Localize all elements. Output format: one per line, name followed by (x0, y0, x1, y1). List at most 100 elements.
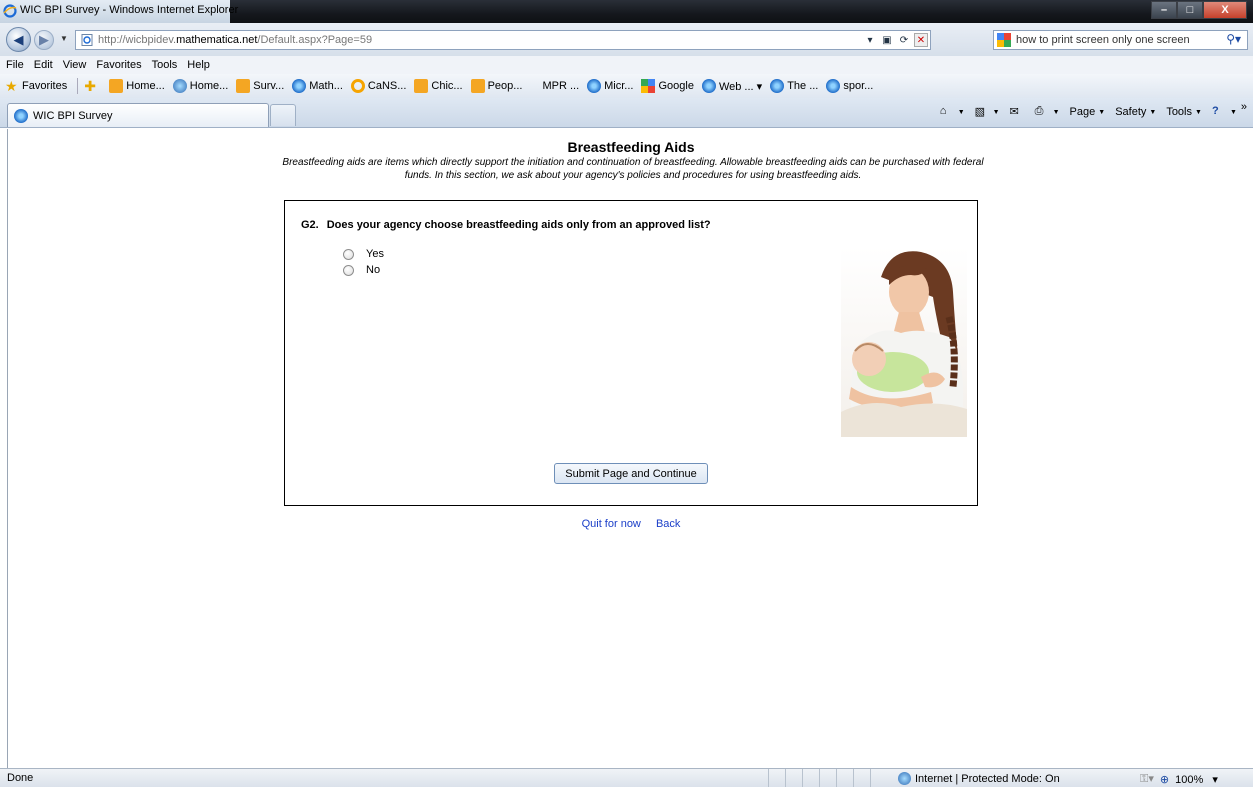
menu-help[interactable]: Help (187, 59, 210, 71)
favorite-link[interactable]: Home... (109, 79, 165, 93)
page-title: Breastfeeding Aids (567, 139, 695, 155)
back-button[interactable]: ◀ (6, 27, 31, 52)
back-arrow-icon: ◀ (13, 31, 24, 47)
menu-favorites[interactable]: Favorites (96, 59, 141, 71)
url-prefix: http://wicbpidev. (98, 34, 177, 46)
favorite-link[interactable]: MPR ... (542, 80, 579, 92)
question-box: G2. Does your agency choose breastfeeding… (284, 200, 978, 506)
favorites-star-icon: ★ (5, 78, 18, 94)
safety-menu-label: Safety (1115, 106, 1147, 118)
chevron-down-icon: ▼ (1098, 108, 1106, 116)
favorites-separator (77, 78, 79, 94)
search-icon[interactable]: ⚲▾ (1226, 32, 1241, 46)
address-url: http://wicbpidev.mathematica.net/Default… (98, 34, 372, 46)
question: G2. Does your agency choose breastfeeding… (301, 219, 711, 231)
favorite-link[interactable]: Surv... (236, 79, 284, 93)
ie-logo-icon (3, 4, 17, 18)
favorite-link[interactable]: spor... (826, 79, 873, 93)
minimize-button[interactable]: – (1151, 1, 1177, 19)
favorite-link[interactable]: The ... (770, 79, 818, 93)
search-query: how to print screen only one screen (1016, 34, 1190, 46)
favorite-label: spor... (843, 80, 874, 92)
window-title: WIC BPI Survey - Windows Internet Explor… (20, 4, 239, 16)
add-to-favorites-button[interactable]: ✚ (84, 79, 101, 93)
tools-menu[interactable]: Tools ▼ (1166, 106, 1202, 118)
safety-menu[interactable]: Safety ▼ (1115, 106, 1156, 118)
ie-page-icon (701, 79, 716, 93)
mail-button[interactable]: ✉ (1010, 105, 1025, 119)
ring-icon (350, 79, 365, 93)
new-tab-button[interactable] (270, 104, 296, 126)
maximize-button[interactable]: □ (1177, 1, 1203, 19)
menu-edit[interactable]: Edit (34, 59, 53, 71)
mail-icon: ✉ (1009, 106, 1019, 118)
favorite-link[interactable]: Math... (292, 79, 343, 93)
print-button[interactable]: ⎙ ▼ (1035, 105, 1060, 119)
status-pane (802, 769, 819, 787)
favorite-label: Math... (309, 80, 343, 92)
forward-button[interactable]: ▶ (34, 30, 54, 50)
add-favorite-icon: ✚ (84, 78, 96, 94)
stop-icon[interactable]: ✕ (914, 33, 928, 47)
navigation-links: Quit for now Back (8, 518, 1253, 530)
menu-view[interactable]: View (63, 59, 87, 71)
chevron-down-icon: ▼ (1052, 108, 1060, 116)
favorite-label: The ... (787, 80, 819, 92)
favorite-link[interactable]: Micr... (587, 79, 633, 93)
feed-icon (109, 79, 124, 93)
address-bar[interactable]: http://wicbpidev.mathematica.net/Default… (75, 30, 931, 50)
option-yes[interactable]: Yes (343, 246, 384, 262)
command-overflow-button[interactable]: » (1241, 101, 1247, 113)
submit-page-button[interactable]: Submit Page and Continue (554, 463, 708, 484)
feed-icon (236, 79, 251, 93)
breastfeeding-photo (841, 247, 967, 437)
radio-no[interactable] (343, 264, 354, 276)
google-icon (641, 79, 656, 93)
quit-for-now-link[interactable]: Quit for now (582, 518, 641, 530)
recent-pages-dropdown-icon[interactable]: ▼ (60, 34, 68, 43)
favorites-label: Favorites (22, 80, 68, 92)
favorite-link[interactable]: Web ... ▾ (701, 79, 763, 93)
favorite-link[interactable]: Peop... (470, 79, 523, 93)
help-button[interactable]: ? ▼ (1212, 105, 1237, 119)
favorites-button[interactable]: ★ Favorites (5, 79, 67, 93)
favorite-label: Home... (126, 80, 165, 92)
protected-mode-icon[interactable]: ⚿▾ (1140, 772, 1154, 786)
address-bar-buttons: ▾ ▣ ⟳ ✕ (863, 33, 928, 47)
favorite-link[interactable]: Home... (172, 79, 228, 93)
status-pane (836, 769, 853, 787)
address-dropdown-icon[interactable]: ▾ (863, 33, 877, 47)
status-right: ⚿▾ ⊕ 100% ▾ (1140, 772, 1224, 786)
menu-file[interactable]: File (6, 59, 24, 71)
ie-page-icon (770, 79, 785, 93)
option-no[interactable]: No (343, 262, 384, 278)
home-button[interactable]: ⌂ ▼ (940, 105, 965, 119)
zoom-icon: ⊕ (1159, 773, 1170, 786)
menu-tools[interactable]: Tools (152, 59, 178, 71)
zoom-level: 100% (1175, 773, 1204, 786)
favorite-link[interactable]: Chic... (414, 79, 463, 93)
tab-wic-bpi-survey[interactable]: WIC BPI Survey (7, 103, 269, 127)
favorite-label: Surv... (253, 80, 285, 92)
url-domain: mathematica.net (176, 34, 258, 46)
favorites-bar: ★ Favorites ✚ Home... Home... Surv... Mat… (0, 74, 1253, 98)
favorite-link[interactable]: CaNS... (350, 79, 406, 93)
chevron-down-icon: ▼ (957, 108, 965, 116)
page-menu[interactable]: Page ▼ (1070, 106, 1106, 118)
favorite-label: Peop... (487, 80, 523, 92)
security-zone[interactable]: Internet | Protected Mode: On (898, 772, 1060, 785)
option-yes-label: Yes (366, 248, 384, 260)
radio-yes[interactable] (343, 248, 354, 260)
close-button[interactable]: X (1203, 1, 1247, 19)
status-panes (768, 769, 887, 787)
ie-page-icon (826, 79, 841, 93)
favorite-label: Web ... ▾ (718, 80, 763, 93)
favorite-link[interactable]: Google (641, 79, 694, 93)
feeds-button[interactable]: ▧ ▼ (975, 105, 1000, 119)
refresh-icon[interactable]: ⟳ (897, 33, 911, 47)
menu-bar: File Edit View Favorites Tools Help (0, 56, 1253, 74)
search-box[interactable]: how to print screen only one screen ⚲▾ (993, 30, 1248, 50)
zoom-control[interactable]: ⊕ 100% ▾ (1160, 773, 1218, 786)
compatibility-view-icon[interactable]: ▣ (880, 33, 894, 47)
back-link[interactable]: Back (656, 518, 680, 530)
